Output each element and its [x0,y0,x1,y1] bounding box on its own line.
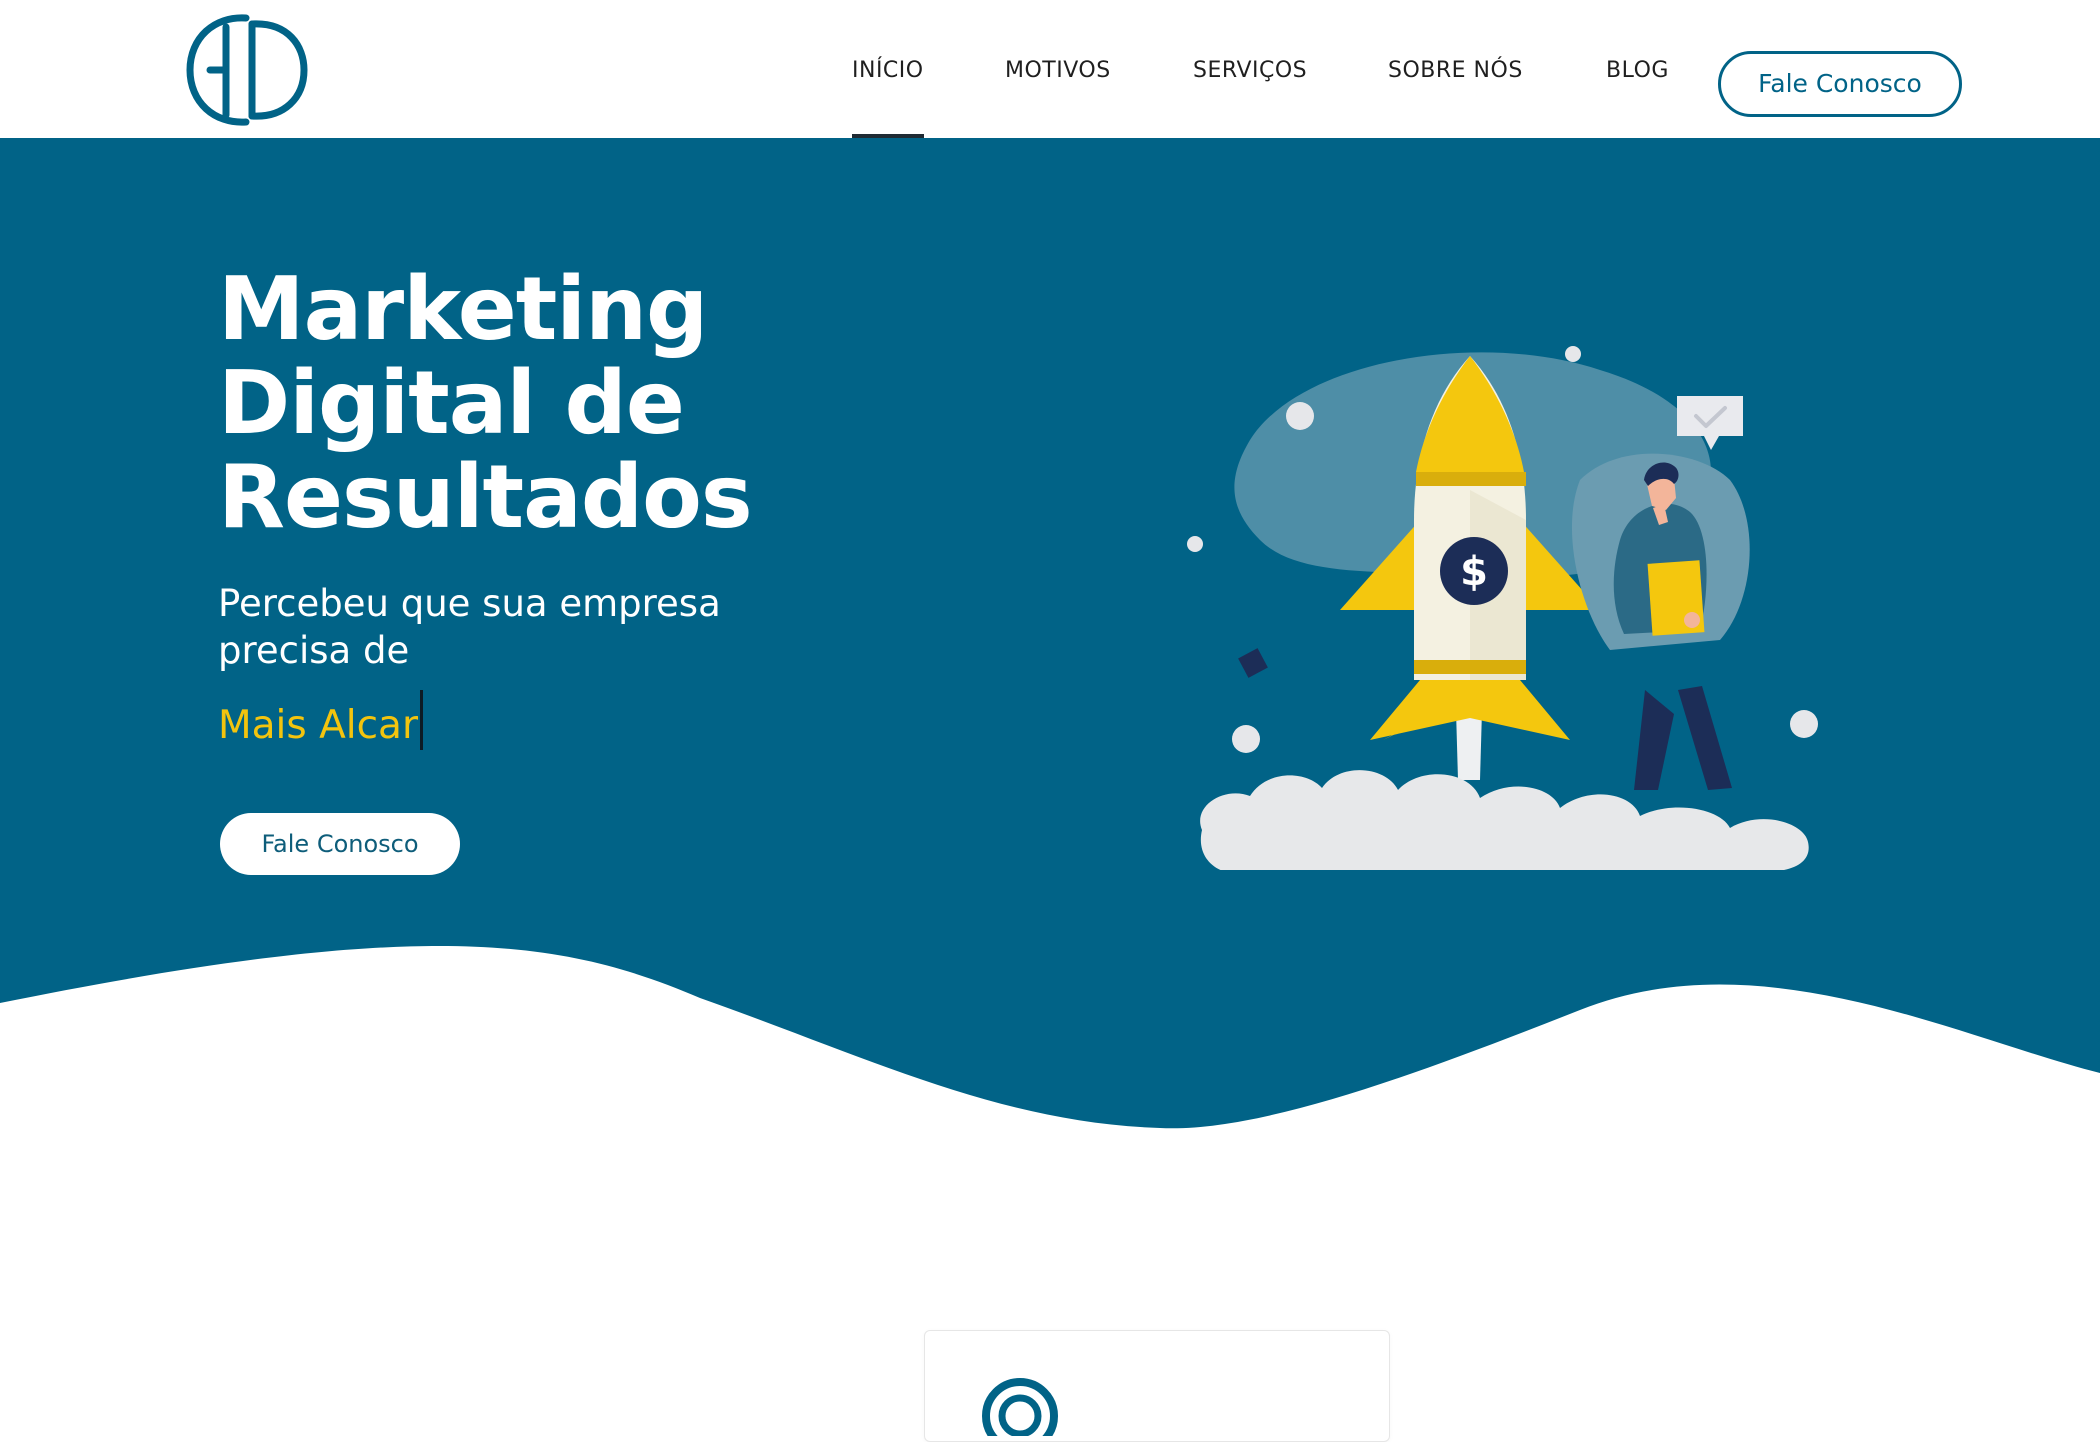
hero-typed-text: Mais Alcar [218,703,418,748]
svg-text:$: $ [1460,549,1488,595]
site-header: INÍCIO MOTIVOS SERVIÇOS SOBRE NÓS BLOG F… [0,0,2100,138]
hero-contact-button[interactable]: Fale Conosco [220,813,460,875]
hero-title-line-1: Marketing [218,258,708,360]
nav-item-servicos[interactable]: SERVIÇOS [1193,54,1307,88]
hero-title-line-2: Digital de [218,352,685,454]
target-icon [982,1378,1058,1436]
hero-typed-text-wrapper: Mais Alcar [218,690,423,750]
hero-subtitle: Percebeu que sua empresa precisa de [218,582,721,672]
nav-item-motivos[interactable]: MOTIVOS [1005,54,1111,88]
feature-card [924,1330,1390,1442]
hero-title-line-3: Resultados [218,446,753,548]
nav-item-inicio[interactable]: INÍCIO [852,54,924,138]
nav-item-sobre-nos[interactable]: SOBRE NÓS [1388,54,1523,88]
nav-item-blog[interactable]: BLOG [1606,54,1669,88]
header-contact-button[interactable]: Fale Conosco [1718,51,1962,117]
person-figure [1571,453,1750,790]
typing-caret [420,690,423,750]
hero-title: Marketing Digital de Resultados [218,258,753,548]
dollar-sign-icon: $ [1440,537,1508,605]
rocket-launch-illustration: $ [1187,346,1818,870]
